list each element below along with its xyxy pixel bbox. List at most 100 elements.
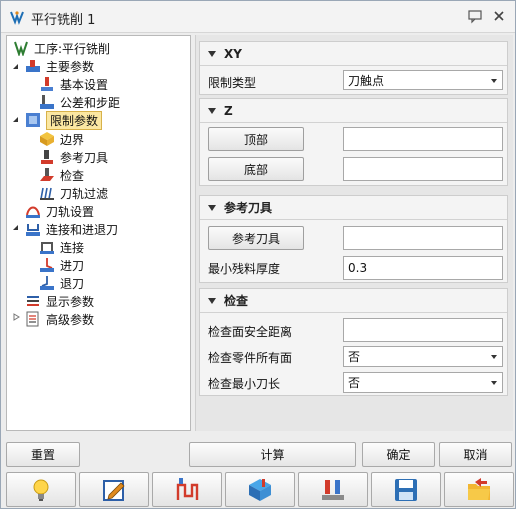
title-bar: 平行铣削 1	[1, 1, 515, 33]
min-length-value: 否	[348, 376, 361, 390]
toolpath-button[interactable]	[152, 472, 222, 507]
tree-item-label: 边界	[60, 132, 85, 147]
tree-item-lead-in[interactable]: 进刀	[39, 256, 84, 274]
section-z: Z 顶部 底部	[199, 98, 508, 186]
comment-icon[interactable]	[467, 8, 483, 24]
tree-item-label: 进刀	[60, 258, 85, 273]
tree-item-connect[interactable]: 连接	[39, 238, 84, 256]
simulation-button[interactable]	[225, 472, 295, 507]
section-header-z[interactable]: Z	[200, 99, 507, 123]
check-icon	[40, 168, 54, 181]
tree-item-basic-settings[interactable]: 基本设置	[39, 75, 108, 93]
section-check: 检查 检查面安全距离 检查零件所有面 否 检查最小刀长 否	[199, 288, 508, 396]
reset-button[interactable]: 重置	[6, 442, 80, 467]
reference-tool-input[interactable]	[343, 226, 503, 250]
parameter-tree: 工序:平行铣削 主要参数 基本设置 公差和步距 限制参数 边界 参考刀具 检查 …	[6, 35, 191, 431]
dialog-window: 平行铣削 1 工序:平行铣削 主要参数 基本设置 公差和步距 限制参数 边界 参…	[0, 0, 516, 509]
limit-type-label: 限制类型	[208, 76, 257, 90]
tolerance-icon	[40, 95, 54, 109]
min-stock-input[interactable]: 0.3	[343, 256, 503, 280]
display-params-icon	[27, 296, 39, 306]
save-button[interactable]	[371, 472, 441, 507]
collapse-chevron-icon	[208, 50, 216, 57]
tree-item-label: 刀轨设置	[46, 204, 95, 219]
min-length-label: 检查最小刀长	[208, 377, 281, 391]
tree-item-label: 主要参数	[46, 59, 95, 74]
min-stock-label: 最小残料厚度	[208, 262, 281, 276]
all-faces-value: 否	[348, 350, 361, 364]
safe-distance-input[interactable]	[343, 318, 503, 342]
section-header-reference-tool[interactable]: 参考刀具	[200, 196, 507, 220]
boundary-icon	[40, 132, 54, 146]
link-icon	[26, 224, 40, 236]
edit-icon	[103, 479, 125, 501]
tree-item-main-params[interactable]: 主要参数	[25, 57, 94, 75]
top-button[interactable]: 顶部	[208, 127, 304, 151]
tree-item-operation[interactable]: 工序:平行铣削	[13, 39, 110, 57]
expand-icon[interactable]	[11, 312, 21, 322]
cancel-button[interactable]: 取消	[439, 442, 512, 467]
section-header-check[interactable]: 检查	[200, 289, 507, 313]
all-faces-select[interactable]: 否	[343, 346, 503, 367]
simulation-icon	[249, 478, 271, 501]
app-logo-icon	[10, 11, 24, 25]
tree-item-label: 显示参数	[46, 294, 95, 309]
operation-icon	[14, 41, 28, 56]
limit-type-select[interactable]: 刀触点	[343, 70, 503, 90]
section-header-xy[interactable]: XY	[200, 42, 507, 66]
tree-item-lead-out[interactable]: 退刀	[39, 274, 84, 292]
tree-item-advanced-params[interactable]: 高级参数	[25, 310, 94, 328]
limit-params-icon	[26, 113, 40, 127]
chevron-down-icon	[491, 355, 497, 359]
lead-in-icon	[40, 258, 54, 272]
edit-button[interactable]	[79, 472, 149, 507]
limit-type-value: 刀触点	[348, 73, 385, 88]
collapse-icon[interactable]	[11, 61, 21, 71]
properties-panel: XY 限制类型 刀触点 Z 顶部 底部 参考刀具 参考刀具 最小残料厚度 0.3…	[195, 35, 513, 431]
section-reference-tool: 参考刀具 参考刀具 最小残料厚度 0.3	[199, 195, 508, 283]
main-params-icon	[26, 60, 40, 72]
tree-item-label: 连接和进退刀	[46, 222, 119, 237]
tree-item-label: 退刀	[60, 276, 85, 291]
window-title: 平行铣削 1	[31, 13, 96, 28]
tree-item-tolerance[interactable]: 公差和步距	[39, 93, 120, 111]
compare-button[interactable]	[298, 472, 368, 507]
close-icon[interactable]	[491, 8, 507, 24]
collapse-icon[interactable]	[11, 114, 21, 124]
top-input[interactable]	[343, 127, 503, 151]
tree-item-label: 参考刀具	[60, 150, 109, 165]
bottom-button[interactable]: 底部	[208, 157, 304, 181]
tree-item-boundary[interactable]: 边界	[39, 130, 84, 148]
min-length-select[interactable]: 否	[343, 372, 503, 393]
tree-item-display-params[interactable]: 显示参数	[25, 292, 94, 310]
section-title: Z	[224, 103, 233, 118]
collapse-chevron-icon	[208, 107, 216, 114]
open-button[interactable]	[444, 472, 514, 507]
tree-item-toolpath-filter[interactable]: 刀轨过滤	[39, 184, 108, 202]
tree-item-check[interactable]: 检查	[39, 166, 84, 184]
tree-item-limit-params[interactable]: 限制参数	[25, 110, 103, 130]
collapse-icon[interactable]	[11, 222, 21, 232]
section-title: XY	[224, 46, 242, 61]
toolpath-settings-icon	[26, 206, 40, 218]
compare-icon	[322, 479, 344, 500]
collapse-chevron-icon	[208, 204, 216, 211]
tree-item-reference-tool[interactable]: 参考刀具	[39, 148, 108, 166]
hint-button[interactable]	[6, 472, 76, 507]
section-title: 参考刀具	[224, 201, 273, 215]
bottom-input[interactable]	[343, 157, 503, 181]
chevron-down-icon	[491, 381, 497, 385]
tree-item-label: 基本设置	[60, 77, 109, 92]
all-faces-label: 检查零件所有面	[208, 351, 293, 365]
calculate-button[interactable]: 计算	[189, 442, 356, 467]
ok-button[interactable]: 确定	[362, 442, 435, 467]
reference-tool-button[interactable]: 参考刀具	[208, 226, 304, 250]
chevron-down-icon	[491, 79, 497, 83]
open-folder-icon	[468, 477, 490, 500]
collapse-chevron-icon	[208, 297, 216, 304]
tree-item-label: 刀轨过滤	[60, 186, 109, 201]
tree-item-link[interactable]: 连接和进退刀	[25, 220, 118, 238]
toolpath-filter-icon	[40, 187, 54, 200]
tree-item-toolpath-settings[interactable]: 刀轨设置	[25, 202, 94, 220]
section-xy: XY 限制类型 刀触点	[199, 41, 508, 95]
